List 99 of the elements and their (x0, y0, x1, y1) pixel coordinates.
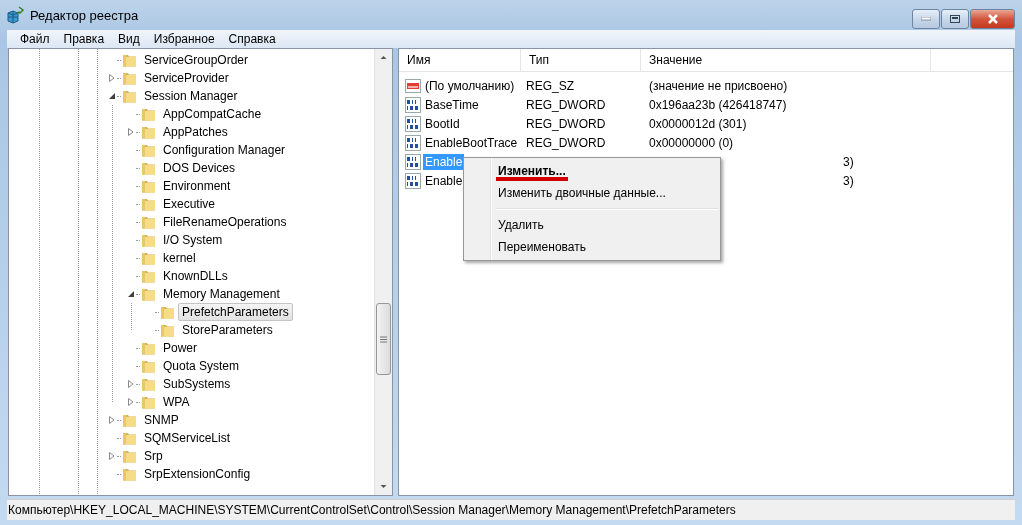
registry-cubes-icon (7, 6, 25, 24)
binary-value-icon (405, 96, 421, 113)
table-cell: 0x196aa23b (426418747) (649, 97, 787, 112)
window-title: Редактор реестра (30, 7, 140, 23)
table-cell: (значение не присвоено) (649, 78, 788, 93)
tree-item[interactable]: SQMServiceList (140, 429, 235, 447)
status-path: Компьютер\HKEY_LOCAL_MACHINE\SYSTEM\CurrentControlSet\Control\Session Manager\Memory Management\PrefetchParameters (8, 503, 736, 517)
tree-item[interactable]: Memory Management (159, 285, 284, 303)
tree-item[interactable]: WPA (159, 393, 194, 411)
scrollbar-thumb[interactable] (376, 303, 391, 375)
folder-icon (122, 88, 138, 104)
menu-item[interactable]: Справка (221, 32, 283, 46)
value-name[interactable]: BootId (423, 115, 462, 132)
table-cell: REG_DWORD (526, 97, 606, 112)
tree-item[interactable]: SubSystems (159, 375, 235, 393)
expand-arrow-icon[interactable] (108, 416, 116, 424)
menu-item[interactable]: Файл (13, 32, 57, 46)
folder-icon (141, 268, 157, 284)
folder-icon (141, 376, 157, 392)
binary-value-icon (405, 153, 421, 170)
tree-item[interactable]: ServiceProvider (140, 69, 233, 87)
tree-item[interactable]: I/O System (159, 231, 227, 249)
tree-item[interactable]: AppCompatCache (159, 105, 266, 123)
expand-arrow-icon[interactable] (108, 74, 116, 82)
folder-icon (122, 70, 138, 86)
value-name[interactable]: Enable (423, 172, 465, 189)
folder-icon (160, 322, 176, 338)
table-cell: REG_DWORD (526, 135, 606, 150)
table-cell: 0x00000000 (0) (649, 135, 734, 150)
collapse-arrow-icon[interactable] (108, 92, 116, 100)
menu-item[interactable]: Правка (56, 32, 112, 46)
tree-item[interactable]: Srp (140, 447, 167, 465)
folder-icon (160, 304, 176, 320)
folder-icon (141, 106, 157, 122)
context-menu-item[interactable]: Изменить двоичные данные... (466, 182, 718, 204)
tree-item[interactable]: KnownDLLs (159, 267, 232, 285)
minimize-icon (921, 17, 931, 21)
folder-icon (141, 340, 157, 356)
menu-item[interactable]: Избранное (146, 32, 222, 46)
tree-item[interactable]: ServiceGroupOrder (140, 51, 253, 69)
grip-icon (380, 335, 387, 343)
table-cell: REG_SZ (526, 78, 574, 93)
tree-item[interactable]: kernel (159, 249, 200, 267)
tree-item[interactable]: DOS Devices (159, 159, 240, 177)
close-icon (986, 14, 999, 24)
expand-arrow-icon[interactable] (127, 398, 135, 406)
tree-item[interactable]: SNMP (140, 411, 183, 429)
binary-value-icon (405, 134, 421, 151)
expand-arrow-icon[interactable] (127, 380, 135, 388)
maximize-icon (950, 15, 960, 23)
expand-arrow-icon[interactable] (108, 452, 116, 460)
folder-icon (141, 196, 157, 212)
maximize-button[interactable] (941, 9, 969, 29)
value-name[interactable]: (По умолчанию) (423, 77, 517, 94)
tree-item[interactable]: PrefetchParameters (178, 303, 293, 321)
table-cell: 3) (843, 154, 854, 169)
value-name[interactable]: EnableBootTrace (423, 134, 520, 151)
tree-item[interactable]: Power (159, 339, 201, 357)
folder-icon (141, 178, 157, 194)
context-menu-item[interactable]: Удалить (466, 214, 718, 236)
close-button[interactable] (970, 9, 1015, 29)
folder-icon (141, 214, 157, 230)
binary-value-icon (405, 115, 421, 132)
folder-icon (122, 52, 138, 68)
folder-icon (122, 466, 138, 482)
folder-icon (141, 286, 157, 302)
folder-icon (122, 412, 138, 428)
context-menu-item[interactable]: Переименовать (466, 236, 718, 258)
menu-item[interactable]: Вид (111, 32, 147, 46)
tree-item[interactable]: SrpExtensionConfig (140, 465, 255, 483)
folder-icon (141, 232, 157, 248)
folder-icon (141, 142, 157, 158)
column-header[interactable]: Тип (521, 49, 641, 71)
collapse-arrow-icon[interactable] (127, 290, 135, 298)
tree-item[interactable]: Environment (159, 177, 235, 195)
tree-item[interactable]: FileRenameOperations (159, 213, 291, 231)
table-cell: REG_DWORD (526, 116, 606, 131)
folder-icon (141, 358, 157, 374)
tree-item[interactable]: Configuration Manager (159, 141, 290, 159)
table-cell: 0x0000012d (301) (649, 116, 747, 131)
value-name[interactable]: BaseTime (423, 96, 481, 113)
column-header[interactable]: Имя (399, 49, 521, 71)
folder-icon (141, 160, 157, 176)
folder-icon (122, 448, 138, 464)
folder-icon (141, 124, 157, 140)
tree-item[interactable]: Session Manager (140, 87, 242, 105)
tree-item[interactable]: Executive (159, 195, 220, 213)
folder-icon (141, 250, 157, 266)
tree-item[interactable]: Quota System (159, 357, 244, 375)
tree-item[interactable]: AppPatches (159, 123, 232, 141)
table-cell: 3) (843, 173, 854, 188)
string-value-icon (405, 77, 421, 94)
binary-value-icon (405, 172, 421, 189)
folder-icon (122, 430, 138, 446)
folder-icon (141, 394, 157, 410)
tree-item[interactable]: StoreParameters (178, 321, 277, 339)
expand-arrow-icon[interactable] (127, 128, 135, 136)
context-menu-item[interactable]: Изменить... (466, 160, 718, 182)
column-header[interactable]: Значение (641, 49, 931, 71)
